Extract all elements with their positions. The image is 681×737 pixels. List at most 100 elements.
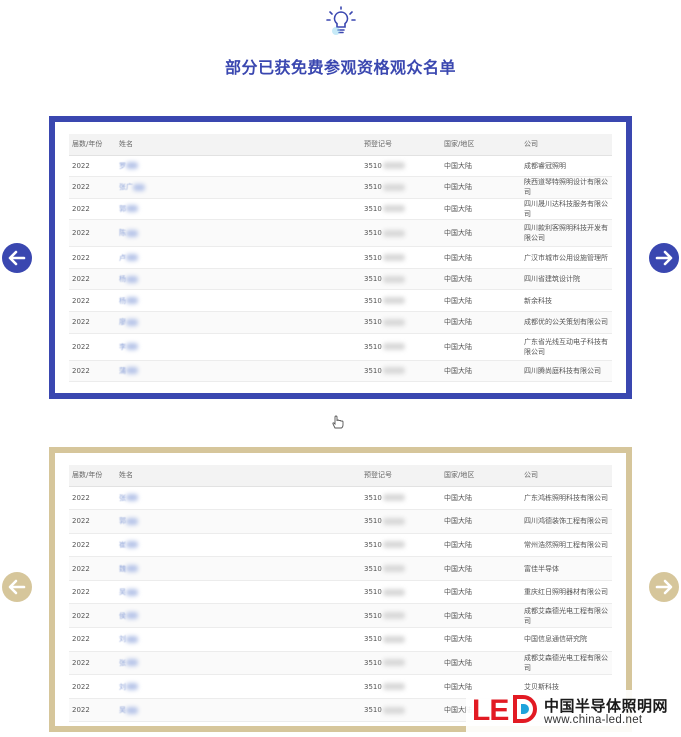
cell-name: 刘 — [116, 674, 361, 699]
cell-company: 重庆红日照明器材有限公司 — [521, 580, 612, 605]
cell-reg: 3510 — [361, 198, 441, 221]
cell-reg: 3510 — [361, 603, 441, 629]
cell-year: 2022 — [69, 176, 116, 199]
name-redaction — [126, 318, 138, 326]
name-redaction — [133, 183, 145, 191]
cell-reg: 3510 — [361, 533, 441, 558]
name-redaction — [126, 494, 138, 502]
arrow-left-icon — [2, 572, 32, 602]
column-header-company: 公司 — [521, 465, 612, 487]
cell-region: 中国大陆 — [441, 360, 521, 383]
name-text: 吴 — [119, 706, 126, 715]
visitor-table-2: 届数/年份 姓名 预登记号 国家/地区 公司 2022 张 3510 中国大陆 … — [69, 465, 612, 723]
prev-arrow-button[interactable] — [2, 243, 32, 273]
table-row: 2022 魏 3510 中国大陆 富佳半导体 — [69, 556, 612, 581]
cell-name: 崔 — [116, 533, 361, 558]
cell-company: 四川省建筑设计院 — [521, 268, 612, 291]
cell-year: 2022 — [69, 219, 116, 248]
cell-year: 2022 — [69, 603, 116, 629]
cell-company: 广汉市城市公用设施管理所 — [521, 246, 612, 269]
cell-reg: 3510 — [361, 698, 441, 723]
cell-year: 2022 — [69, 556, 116, 581]
visitor-list-panel-1: 届数/年份 姓名 预登记号 国家/地区 公司 2022 罗 3510 中国大陆 … — [49, 116, 632, 399]
reg-text: 3510 — [364, 564, 382, 573]
reg-redaction — [382, 659, 405, 667]
cell-region: 中国大陆 — [441, 533, 521, 558]
name-redaction — [126, 683, 138, 691]
cell-reg: 3510 — [361, 360, 441, 383]
table-row: 2022 张广 3510 中国大陆 陕西道琴特照明设计有限公司 — [69, 176, 612, 199]
table-row: 2022 郭 3510 中国大陆 四川鸿德装饰工程有限公司 — [69, 509, 612, 534]
cell-year: 2022 — [69, 580, 116, 605]
reg-redaction — [382, 254, 405, 262]
reg-text: 3510 — [364, 540, 382, 549]
cell-reg: 3510 — [361, 219, 441, 248]
cell-name: 陈 — [116, 219, 361, 248]
cell-name: 罗 — [116, 155, 361, 178]
table-row: 2022 陈 3510 中国大陆 四川款利客照明科技开发有限公司 — [69, 219, 612, 248]
lightbulb-icon — [324, 6, 358, 36]
reg-text: 3510 — [364, 611, 382, 620]
name-redaction — [126, 229, 138, 237]
name-text: 廖 — [119, 318, 126, 327]
cell-reg: 3510 — [361, 509, 441, 534]
name-text: 张 — [119, 658, 126, 667]
cell-region: 中国大陆 — [441, 289, 521, 313]
name-redaction — [126, 517, 138, 525]
cell-year: 2022 — [69, 674, 116, 699]
cell-region: 中国大陆 — [441, 627, 521, 652]
cell-region: 中国大陆 — [441, 486, 521, 511]
column-header-reg: 预登记号 — [361, 134, 441, 156]
cell-region: 中国大陆 — [441, 198, 521, 221]
cell-name: 侯 — [116, 603, 361, 629]
next-arrow-button[interactable] — [649, 243, 679, 273]
table-row: 2022 张 3510 中国大陆 成都艾森德光电工程有限公司 — [69, 651, 612, 676]
logo-mark: LE — [472, 694, 509, 727]
reg-redaction — [382, 183, 405, 191]
reg-redaction — [382, 517, 405, 525]
cell-region: 中国大陆 — [441, 333, 521, 361]
cell-reg: 3510 — [361, 651, 441, 676]
reg-redaction — [382, 229, 405, 237]
table-row: 2022 罗 3510 中国大陆 成都睿冠照明 — [69, 155, 612, 178]
reg-redaction — [382, 205, 405, 213]
name-redaction — [126, 254, 138, 262]
cell-region: 中国大陆 — [441, 246, 521, 269]
prev-arrow-button[interactable] — [2, 572, 32, 602]
reg-redaction — [382, 343, 405, 351]
reg-redaction — [382, 162, 405, 170]
reg-text: 3510 — [364, 253, 382, 262]
cell-name: 郭 — [116, 509, 361, 534]
page-title: 部分已获免费参观资格观众名单 — [224, 58, 456, 77]
reg-redaction — [382, 297, 405, 305]
cell-reg: 3510 — [361, 268, 441, 291]
reg-text: 3510 — [364, 183, 382, 192]
column-header-name: 姓名 — [116, 134, 361, 156]
cell-year: 2022 — [69, 289, 116, 313]
name-text: 陈 — [119, 229, 126, 238]
cell-company: 广东省光线互动电子科技有限公司 — [521, 333, 612, 361]
reg-redaction — [382, 588, 405, 596]
name-text: 张 — [119, 493, 126, 502]
next-arrow-button[interactable] — [649, 572, 679, 602]
table-row: 2022 杨 3510 中国大陆 四川省建筑设计院 — [69, 268, 612, 291]
name-redaction — [126, 612, 138, 620]
reg-text: 3510 — [364, 517, 382, 526]
reg-text: 3510 — [364, 161, 382, 170]
name-redaction — [126, 659, 138, 667]
cell-company: 成都睿冠照明 — [521, 155, 612, 178]
site-logo: LE 中国半导体照明网 www.china-led.net — [466, 690, 681, 737]
cell-reg: 3510 — [361, 674, 441, 699]
column-header-reg: 预登记号 — [361, 465, 441, 487]
cell-name: 张广 — [116, 176, 361, 199]
reg-redaction — [382, 541, 405, 549]
cell-region: 中国大陆 — [441, 509, 521, 534]
reg-text: 3510 — [364, 366, 382, 375]
logo-cn-name: 中国半导体照明网 — [544, 697, 669, 715]
cell-name: 蒲 — [116, 360, 361, 383]
cell-region: 中国大陆 — [441, 556, 521, 581]
cell-region: 中国大陆 — [441, 311, 521, 334]
cell-year: 2022 — [69, 246, 116, 269]
reg-text: 3510 — [364, 658, 382, 667]
name-redaction — [126, 205, 138, 213]
